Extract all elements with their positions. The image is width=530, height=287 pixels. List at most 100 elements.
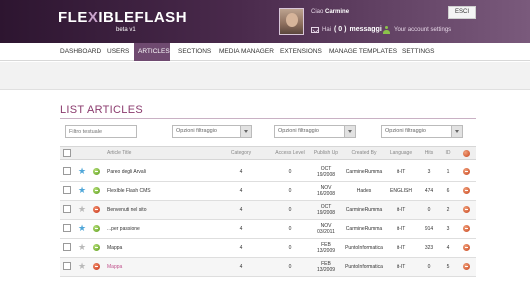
nav-settings[interactable]: SETTINGS <box>398 43 439 61</box>
col-access[interactable]: Access Level <box>270 147 310 159</box>
row-checkbox[interactable] <box>63 205 71 213</box>
main-nav: DASHBOARD USERS ARTICLES SECTIONS MEDIA … <box>0 43 530 61</box>
table-row[interactable]: ★ ...per passione 4 0 NOV 03/2011 Carmine… <box>60 220 476 239</box>
nav-dashboard[interactable]: DASHBOARD <box>56 43 105 61</box>
row-created-by: CarmineRumma <box>345 226 383 232</box>
row-published: NOV 16/2008 <box>316 185 336 197</box>
row-category: 4 <box>239 169 243 175</box>
table-row[interactable]: ★ Pareo degli Arvali 4 0 OCT 19/2008 Carm… <box>60 163 476 182</box>
row-language: it-IT <box>396 245 406 251</box>
published-status-icon[interactable] <box>93 168 100 175</box>
user-greeting: Ciao Carmine <box>311 9 350 15</box>
chevron-down-icon <box>240 126 251 137</box>
col-hits[interactable]: Hits <box>419 147 439 159</box>
app-header: FLEXIBLEFLASH beta v1 Ciao Carmine Hai (… <box>0 0 530 43</box>
logout-button[interactable]: ESCI <box>448 6 476 19</box>
avatar[interactable] <box>279 8 304 35</box>
select-all-checkbox[interactable] <box>63 149 71 157</box>
sub-toolbar <box>0 62 530 90</box>
filter-select-2[interactable]: Opzioni filtraggio <box>274 125 356 138</box>
nav-users[interactable]: USERS <box>103 43 133 61</box>
row-category: 4 <box>239 245 243 251</box>
star-icon[interactable]: ★ <box>78 166 86 176</box>
row-access: 0 <box>288 245 292 251</box>
row-hits: 0 <box>427 264 431 270</box>
row-access: 0 <box>288 226 292 232</box>
mail-icon <box>311 26 319 33</box>
row-language: it-IT <box>396 207 406 213</box>
row-hits: 474 <box>424 188 434 194</box>
nav-sections[interactable]: SECTIONS <box>174 43 215 61</box>
unpublished-status-icon[interactable] <box>93 263 100 270</box>
row-hits: 323 <box>424 245 434 251</box>
row-published: OCT 19/2008 <box>316 166 336 178</box>
row-checkbox[interactable] <box>63 243 71 251</box>
col-id[interactable]: ID <box>440 147 456 159</box>
user-name: Carmine <box>325 9 350 15</box>
star-icon[interactable]: ★ <box>78 223 86 233</box>
article-title[interactable]: FlexIble Flash CMS <box>107 182 151 200</box>
row-checkbox[interactable] <box>63 167 71 175</box>
article-title[interactable]: Benvenuti nel sito <box>107 201 146 219</box>
row-language: ENGLISH <box>390 188 412 194</box>
page-title: LIST ARTICLES <box>60 104 143 116</box>
nav-media-manager[interactable]: MEDIA MANAGER <box>215 43 278 61</box>
delete-icon[interactable] <box>463 187 470 194</box>
star-icon[interactable]: ★ <box>78 204 86 214</box>
delete-icon[interactable] <box>463 206 470 213</box>
col-published[interactable]: Publish Up <box>310 147 342 159</box>
filter-text-input[interactable] <box>65 125 137 138</box>
row-category: 4 <box>239 226 243 232</box>
row-checkbox[interactable] <box>63 186 71 194</box>
article-title[interactable]: ...per passione <box>107 220 140 238</box>
row-id: 3 <box>446 226 450 232</box>
delete-icon[interactable] <box>463 168 470 175</box>
delete-icon[interactable] <box>463 225 470 232</box>
star-icon[interactable]: ★ <box>78 261 86 271</box>
filter-select-3[interactable]: Opzioni filtraggio <box>381 125 463 138</box>
account-settings-label: Your account settings <box>394 27 452 33</box>
table-row[interactable]: ★ FlexIble Flash CMS 4 0 NOV 16/2008 Hade… <box>60 182 476 201</box>
row-id: 6 <box>446 188 450 194</box>
messages-link[interactable]: Hai ( 0 ) messaggi <box>311 26 382 33</box>
row-access: 0 <box>288 264 292 270</box>
row-hits: 3 <box>427 169 431 175</box>
row-published: FEB 13/2009 <box>316 242 336 254</box>
messages-prefix: Hai <box>322 26 332 33</box>
row-published: FEB 13/2009 <box>316 261 336 273</box>
table-row[interactable]: ★ Mappa 4 0 FEB 13/2009 PuntoInformatica … <box>60 239 476 258</box>
article-title[interactable]: Mappa <box>107 258 122 276</box>
published-status-icon[interactable] <box>93 244 100 251</box>
star-icon[interactable]: ★ <box>78 242 86 252</box>
delete-icon <box>463 150 470 157</box>
star-icon[interactable]: ★ <box>78 185 86 195</box>
unpublished-status-icon[interactable] <box>93 206 100 213</box>
article-title[interactable]: Pareo degli Arvali <box>107 163 146 181</box>
table-row[interactable]: ★ Mappa 4 0 FEB 13/2009 PuntoInformatica … <box>60 258 476 277</box>
row-id: 1 <box>446 169 450 175</box>
row-checkbox[interactable] <box>63 262 71 270</box>
row-checkbox[interactable] <box>63 224 71 232</box>
nav-manage-templates[interactable]: MANAGE TEMPLATES <box>325 43 401 61</box>
table-row[interactable]: ★ Benvenuti nel sito 4 0 OCT 19/2008 Carm… <box>60 201 476 220</box>
col-language[interactable]: Language <box>386 147 416 159</box>
filter-select-1[interactable]: Opzioni filtraggio <box>172 125 252 138</box>
nav-extensions[interactable]: EXTENSIONS <box>276 43 326 61</box>
delete-icon[interactable] <box>463 244 470 251</box>
col-category[interactable]: Category <box>222 147 260 159</box>
row-created-by: CarmineRumma <box>345 169 383 175</box>
row-language: it-IT <box>396 169 406 175</box>
row-created-by: CarmineRumma <box>345 207 383 213</box>
nav-articles[interactable]: ARTICLES <box>134 43 170 61</box>
article-title[interactable]: Mappa <box>107 239 122 257</box>
col-title[interactable]: Article Title <box>107 147 177 159</box>
published-status-icon[interactable] <box>93 187 100 194</box>
delete-icon[interactable] <box>463 263 470 270</box>
app-logo[interactable]: FLEXIBLEFLASH <box>58 9 187 26</box>
published-status-icon[interactable] <box>93 225 100 232</box>
chevron-down-icon <box>344 126 355 137</box>
user-icon <box>383 26 390 34</box>
row-access: 0 <box>288 207 292 213</box>
account-settings-link[interactable]: Your account settings <box>383 26 451 34</box>
col-created-by[interactable]: Created By <box>343 147 385 159</box>
